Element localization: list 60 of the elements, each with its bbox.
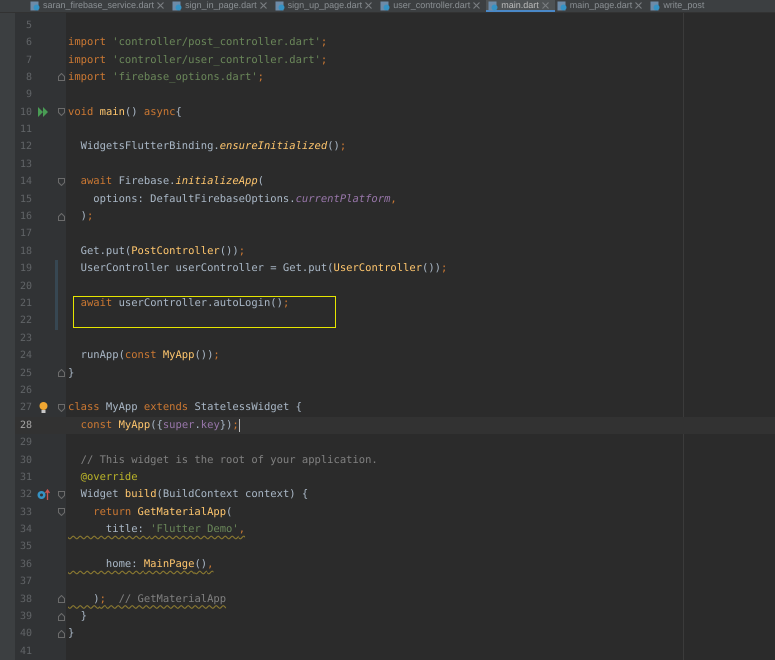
- code-line: }: [80, 609, 87, 624]
- code-line: import 'controller/post_controller.dart';: [68, 35, 328, 50]
- editor-tab[interactable]: write_post: [648, 0, 710, 12]
- code-line: runApp(const MyApp());: [80, 348, 220, 364]
- lightbulb-icon[interactable]: [39, 402, 48, 414]
- override-icon[interactable]: [37, 489, 50, 500]
- text-caret: [238, 418, 240, 432]
- run-icon[interactable]: [38, 107, 49, 118]
- fold-icon[interactable]: [58, 595, 65, 604]
- code-line: class MyApp extends StatelessWidget {: [68, 400, 302, 416]
- code-line: await userController.autoLogin();: [80, 296, 290, 311]
- close-icon[interactable]: [473, 2, 480, 10]
- code-line: // This widget is the root of your application.: [80, 452, 378, 468]
- code-line: import 'firebase_options.dart';: [68, 70, 264, 85]
- code-line: }: [68, 626, 74, 642]
- fold-icon[interactable]: [58, 490, 65, 499]
- code-line: import 'controller/user_controller.dart';: [68, 52, 328, 68]
- fold-icon[interactable]: [58, 73, 65, 82]
- code-line: title: 'Flutter Demo',: [104, 522, 246, 538]
- fold-icon[interactable]: [58, 630, 65, 638]
- fold-icon[interactable]: [58, 404, 65, 412]
- close-icon[interactable]: [365, 2, 372, 10]
- close-icon[interactable]: [157, 2, 164, 10]
- code-line: void main() async{: [68, 104, 182, 120]
- code-line: Get.put(PostController());: [80, 244, 246, 259]
- editor-tab[interactable]: main_page.dart: [554, 0, 648, 12]
- code-line: return GetMaterialApp(: [92, 504, 232, 520]
- fold-icon[interactable]: [58, 369, 65, 378]
- dart-file-icon: [556, 0, 567, 11]
- fold-icon[interactable]: [58, 108, 65, 116]
- editor-tab[interactable]: user_controller.dart: [378, 0, 486, 12]
- dart-file-icon: [274, 0, 285, 11]
- line-number: 28: [18, 420, 32, 431]
- fold-icon[interactable]: [58, 212, 65, 221]
- code-line: }: [68, 366, 74, 381]
- dart-file-icon: [380, 0, 390, 11]
- close-icon[interactable]: [542, 2, 549, 10]
- code-line: @override: [80, 470, 138, 485]
- code-line: );: [80, 209, 94, 224]
- code-line: WidgetsFlutterBinding.ensureInitialized();: [80, 139, 346, 154]
- editor-tab[interactable]: main.dart: [486, 0, 555, 12]
- code-line: ); // GetMaterialApp: [92, 592, 226, 607]
- dart-file-icon: [30, 0, 40, 11]
- editor-tab[interactable]: sign_up_page.dart: [272, 0, 378, 12]
- editor-tab[interactable]: saran_firebase_service.dart: [28, 0, 170, 12]
- dart-file-icon: [488, 0, 498, 11]
- code-line: UserController userController = Get.put(UserController());: [80, 261, 448, 276]
- fold-icon[interactable]: [58, 508, 65, 516]
- code-line: options: DefaultFirebaseOptions.currentPlatform,: [92, 192, 397, 207]
- code-line: home: MainPage(),: [104, 556, 214, 572]
- code-line: const MyApp({super.key});: [80, 418, 240, 433]
- code-line: await Firebase.initializeApp(: [80, 174, 264, 190]
- editor-tab[interactable]: sign_in_page.dart: [170, 0, 273, 12]
- dart-file-icon: [172, 0, 182, 11]
- code-line: Widget build(BuildContext context) {: [80, 487, 308, 502]
- dart-file-icon: [650, 0, 660, 11]
- close-icon[interactable]: [260, 2, 267, 10]
- fold-icon[interactable]: [58, 178, 65, 186]
- fold-icon[interactable]: [58, 612, 65, 621]
- close-icon[interactable]: [635, 2, 642, 10]
